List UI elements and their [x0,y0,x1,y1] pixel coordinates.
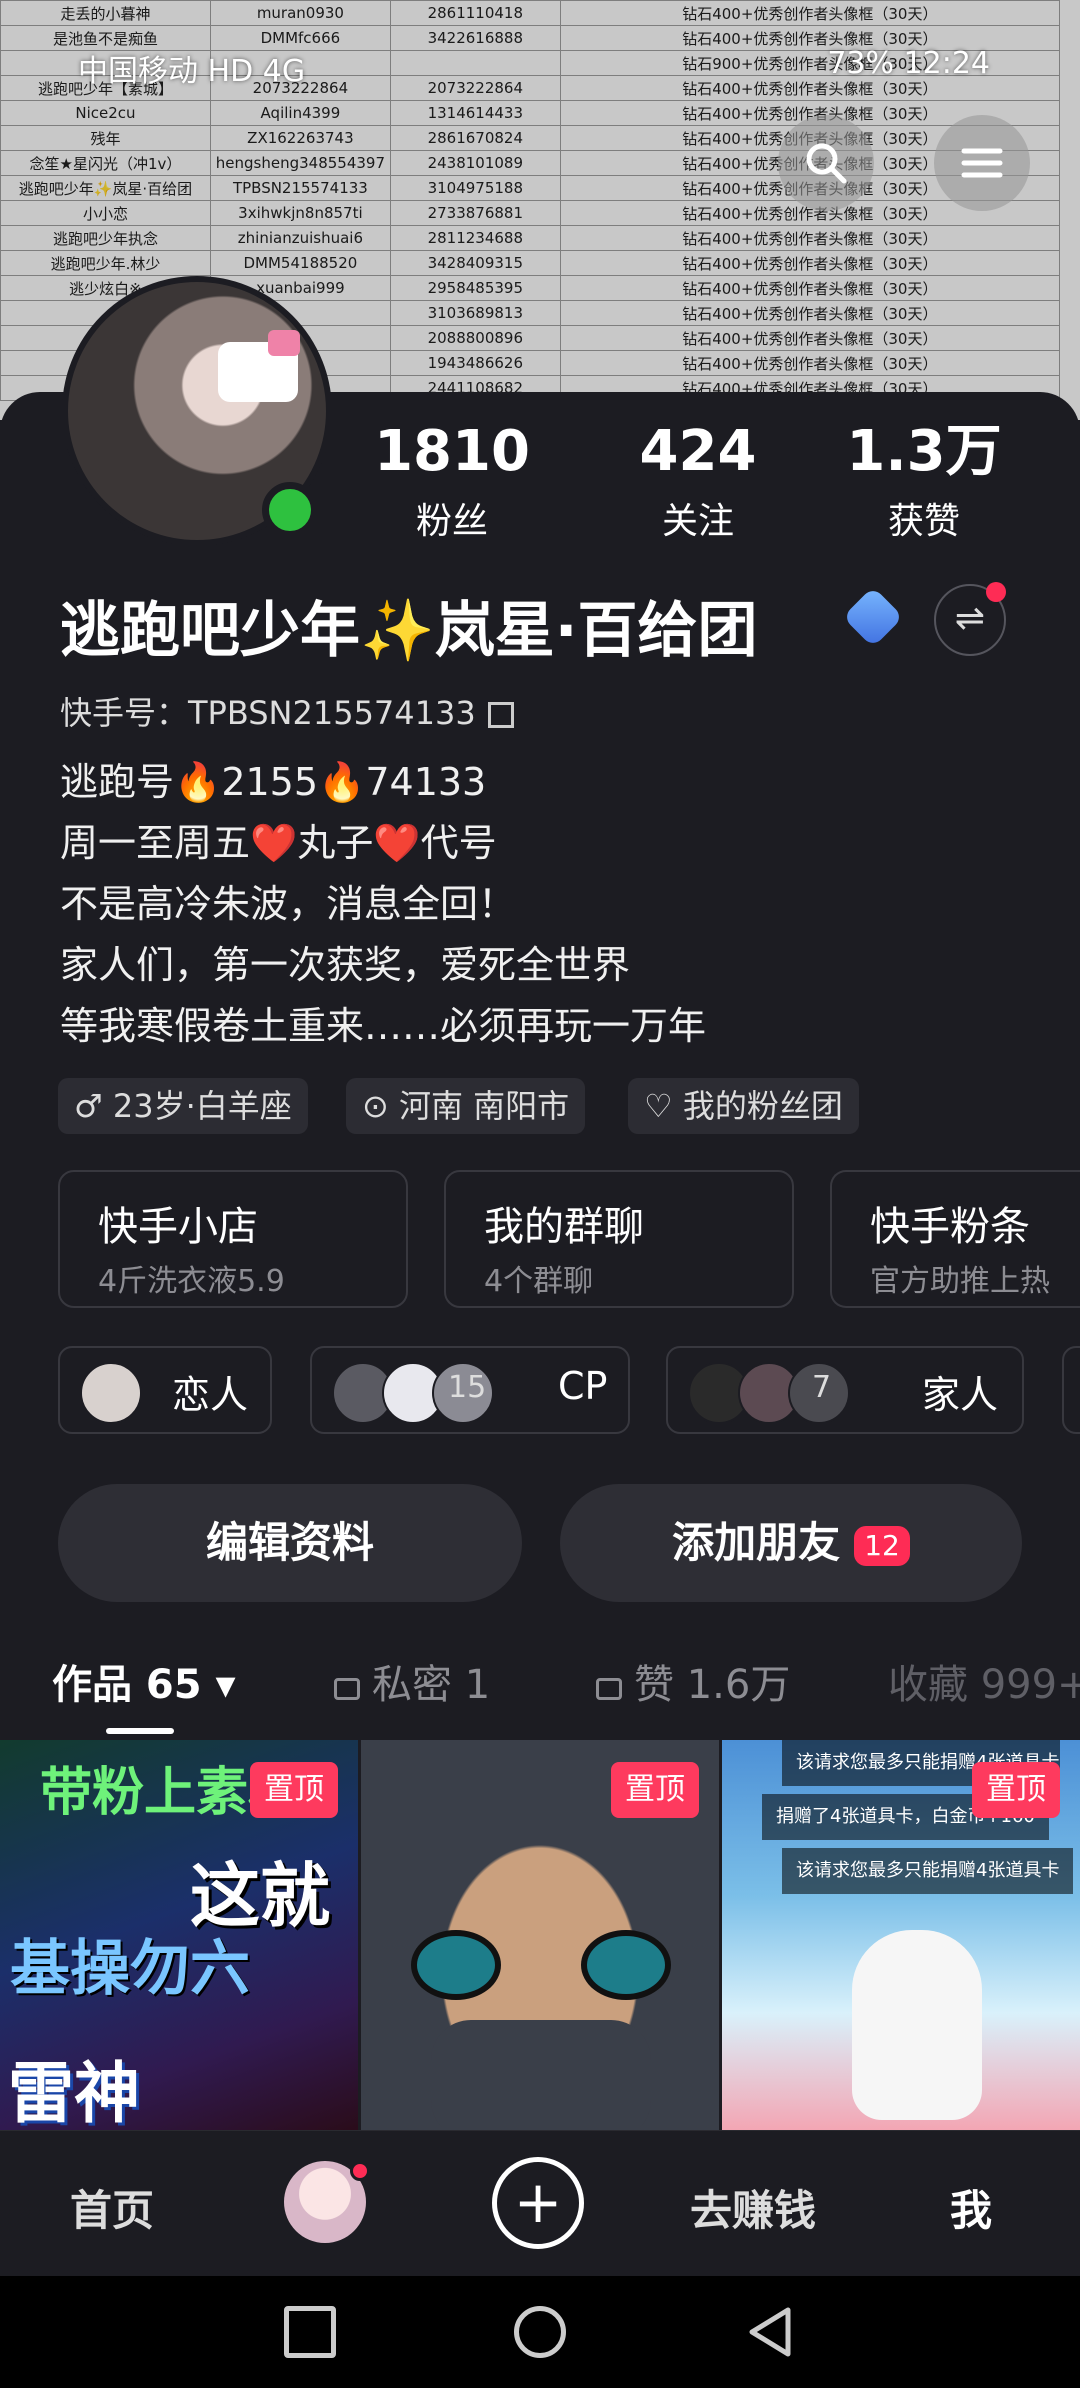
tab-favorites[interactable]: 收藏 999+ [888,1652,1080,1710]
relation-label: 恋人 [172,1373,249,1417]
tab-works[interactable]: 作品 65 ▾ [52,1652,236,1710]
nav-earn[interactable]: 去赚钱 [690,2177,816,2238]
card-title: 我的群聊 [484,1204,644,1250]
pinned-badge: 置顶 [250,1762,338,1818]
post-caption: 该请求您最多只能捐赠4张道具卡 [782,1848,1074,1894]
stat-likes[interactable]: 1.3万 获赞 [824,420,1024,544]
card-kuaishou-shop[interactable]: 快手小店 4斤洗衣液5.9 [58,1170,408,1308]
post-thumbnail[interactable]: 该请求您最多只能捐赠4张道具卡 捐赠了4张道具卡，白金币+160 该请求您最多只… [722,1740,1080,2130]
qr-code-icon[interactable] [487,702,514,728]
relation-more[interactable] [1062,1346,1080,1434]
kuaishou-id[interactable]: 快手号：TPBSN215574133 [60,688,514,734]
bio-line: 周一至周五❤️丸子❤️代号 [60,821,497,865]
nav-home[interactable]: 首页 [70,2177,154,2238]
pinned-badge: 置顶 [972,1762,1060,1818]
search-icon [806,143,847,184]
card-title: 快手小店 [98,1204,258,1250]
post-thumbnail[interactable]: 置顶 [361,1740,719,2130]
status-bar: 中国移动 HD 4G 73% 12:24 [0,40,1080,90]
post-artwork [431,2020,651,2130]
relation-label: 家人 [922,1373,999,1417]
tab-liked[interactable]: 赞 1.6万 [596,1652,790,1710]
bio-line: 家人们，第一次获奖，爱死全世界 [60,943,631,987]
relation-family[interactable]: 7 家人 [666,1346,1024,1434]
stat-value: 424 [639,419,757,484]
card-group-chats[interactable]: 我的群聊 4个群聊 [444,1170,794,1308]
bio-line: 等我寒假卷土重来……必须再玩一万年 [60,1004,707,1048]
post-artwork [401,1930,681,2010]
card-kuaishou-boost[interactable]: 快手粉条 官方助推上热 [830,1170,1080,1308]
stat-label: 关注 [661,501,734,542]
kuaishou-id-text: 快手号：TPBSN215574133 [60,694,476,732]
relation-count: 7 [812,1370,832,1405]
status-battery-time: 73% 12:24 [827,46,990,81]
swap-arrows-icon: ⇌ [954,598,986,639]
tab-private-label: 私密 1 [372,1662,491,1708]
relation-lover[interactable]: 恋人 [58,1346,272,1434]
friend-request-badge: 12 [854,1525,910,1566]
tag-location[interactable]: ⊙ 河南 南阳市 [346,1078,586,1134]
edit-profile-button[interactable]: 编辑资料 [58,1484,522,1602]
tag-location-text: 河南 南阳市 [398,1087,570,1125]
card-subtitle: 4个群聊 [484,1264,594,1299]
hamburger-menu-icon [961,148,1003,178]
stat-value: 1810 [374,419,530,484]
lock-icon [334,1678,360,1700]
post-thumbnail[interactable]: 带粉上素材 这就 基操勿六 雷神 置顶 [0,1740,358,2130]
bottom-navigation: 首页 + 去赚钱 我 [0,2130,1080,2276]
post-artwork [852,1930,982,2120]
avatar [80,1362,142,1424]
stat-followers[interactable]: 1810 粉丝 [352,420,552,544]
post-caption: 雷神 [8,2055,140,2130]
profile-nickname: 逃跑吧少年✨岚星·百给团 [60,596,758,666]
bio-line: 逃跑号🔥2155🔥74133 [60,760,487,804]
profile-bio: 逃跑号🔥2155🔥74133 周一至周五❤️丸子❤️代号 不是高冷朱波，消息全回… [60,752,706,1057]
tab-private[interactable]: 私密 1 [334,1652,490,1710]
avatar-sticker-bow [268,330,300,356]
post-caption: 基操勿六 [10,1934,250,2004]
tab-liked-label: 赞 1.6万 [634,1662,791,1708]
card-subtitle: 官方助推上热 [870,1264,1050,1299]
add-friend-button[interactable]: 添加朋友 12 [560,1484,1022,1602]
stat-value: 1.3万 [846,419,1002,484]
relation-count: 15 [448,1370,487,1405]
nav-me[interactable]: 我 [950,2177,992,2238]
add-friend-label: 添加朋友 [672,1518,841,1567]
lock-icon [596,1678,622,1700]
notification-dot [986,582,1006,602]
tag-gender-age[interactable]: ♂ 23岁·白羊座 [58,1078,308,1134]
create-post-button[interactable]: + [492,2157,584,2249]
search-button[interactable] [778,115,874,211]
stat-label: 粉丝 [415,501,488,542]
notification-dot [350,2161,370,2181]
relation-label: CP [558,1364,608,1408]
menu-button[interactable] [934,115,1030,211]
bio-line: 不是高冷朱波，消息全回！ [60,882,517,926]
relation-cp[interactable]: 15 CP [310,1346,630,1434]
online-status-dot [262,482,318,538]
stat-following[interactable]: 424 关注 [598,420,798,544]
recent-apps-icon[interactable] [284,2306,336,2358]
back-triangle-icon[interactable] [744,2306,796,2358]
heart-outline-icon: ♡ [644,1087,683,1125]
home-circle-icon[interactable] [514,2306,566,2358]
system-navigation-bar [0,2276,1080,2388]
active-tab-indicator [106,1728,174,1734]
card-title: 快手粉条 [870,1204,1030,1250]
stat-label: 获赞 [887,501,960,542]
pinned-badge: 置顶 [611,1762,699,1818]
location-pin-icon: ⊙ [362,1087,399,1125]
tag-fan-group-text: 我的粉丝团 [682,1087,843,1125]
status-carrier: 中国移动 HD 4G [78,54,306,89]
tag-fan-group[interactable]: ♡ 我的粉丝团 [628,1078,859,1134]
card-subtitle: 4斤洗衣液5.9 [98,1264,285,1299]
